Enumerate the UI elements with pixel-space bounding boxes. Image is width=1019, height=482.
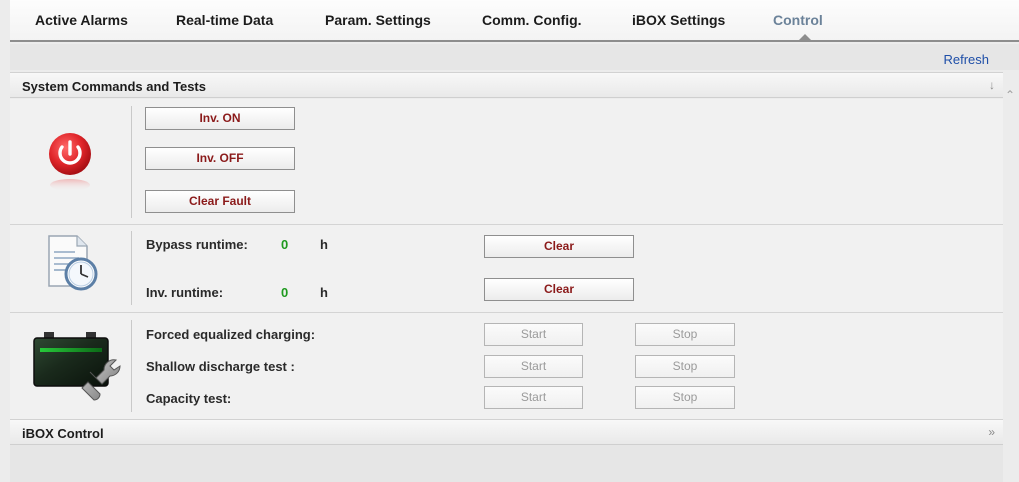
capacity-test-start-button[interactable]: Start <box>484 386 583 409</box>
system-commands-header[interactable]: System Commands and Tests ↓ <box>10 72 1003 98</box>
section-title: System Commands and Tests <box>22 79 206 94</box>
forced-equalized-charging-start-button[interactable]: Start <box>484 323 583 346</box>
tab-active-alarms[interactable]: Active Alarms <box>35 12 128 28</box>
top-navigation: Active Alarms Real-time Data Param. Sett… <box>10 0 1019 42</box>
inv-runtime-value: 0 <box>281 285 289 300</box>
ibox-control-header[interactable]: iBOX Control » <box>10 419 1003 445</box>
inv-off-button[interactable]: Inv. OFF <box>145 147 295 170</box>
forced-equalized-charging-label: Forced equalized charging: <box>146 327 316 342</box>
active-tab-indicator <box>799 34 811 40</box>
bypass-runtime-unit: h <box>320 237 328 252</box>
divider <box>131 106 132 218</box>
shallow-discharge-test-label: Shallow discharge test : <box>146 359 295 374</box>
inv-runtime-label: Inv. runtime: <box>146 285 224 300</box>
document-clock-icon <box>45 234 101 294</box>
tab-control[interactable]: Control <box>773 12 823 28</box>
refresh-link[interactable]: Refresh <box>943 52 989 67</box>
divider <box>131 320 132 412</box>
bottom-area <box>10 445 1003 482</box>
row-divider <box>10 312 1003 313</box>
forced-equalized-charging-stop-button[interactable]: Stop <box>635 323 735 346</box>
capacity-test-stop-button[interactable]: Stop <box>635 386 735 409</box>
row-divider <box>10 224 1003 225</box>
clear-fault-button[interactable]: Clear Fault <box>145 190 295 213</box>
tab-comm-config[interactable]: Comm. Config. <box>482 12 582 28</box>
toolbar: Refresh <box>10 44 1019 70</box>
double-chevron-right-icon[interactable]: » <box>988 425 995 439</box>
clear-inv-runtime-button[interactable]: Clear <box>484 278 634 301</box>
shallow-discharge-test-start-button[interactable]: Start <box>484 355 583 378</box>
tab-param-settings[interactable]: Param. Settings <box>325 12 431 28</box>
scroll-up-icon[interactable]: ⌃ <box>1005 88 1015 102</box>
inv-runtime-unit: h <box>320 285 328 300</box>
section-title: iBOX Control <box>22 426 104 441</box>
divider <box>131 231 132 305</box>
bypass-runtime-label: Bypass runtime: <box>146 237 248 252</box>
capacity-test-label: Capacity test: <box>146 391 232 406</box>
tab-ibox-settings[interactable]: iBOX Settings <box>632 12 725 28</box>
double-chevron-down-icon[interactable]: ↓ <box>989 78 995 92</box>
inv-on-button[interactable]: Inv. ON <box>145 107 295 130</box>
bypass-runtime-value: 0 <box>281 237 289 252</box>
battery-wrench-icon <box>30 326 124 408</box>
shallow-discharge-test-stop-button[interactable]: Stop <box>635 355 735 378</box>
clear-bypass-runtime-button[interactable]: Clear <box>484 235 634 258</box>
tab-real-time-data[interactable]: Real-time Data <box>176 12 273 28</box>
power-icon <box>40 130 100 192</box>
